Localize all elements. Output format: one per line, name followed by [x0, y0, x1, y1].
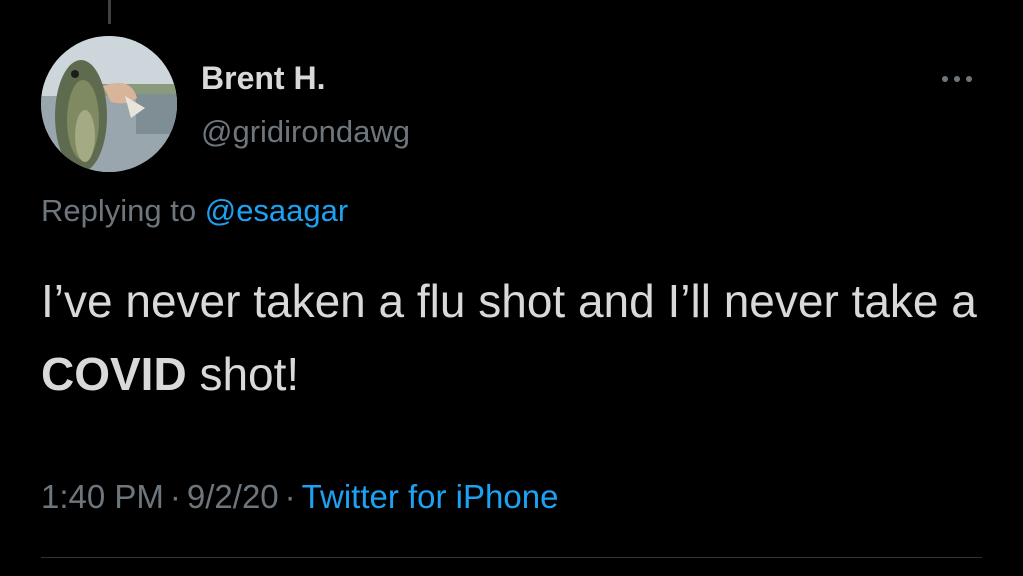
tweet-source-link[interactable]: Twitter for iPhone: [302, 478, 559, 515]
tweet-time[interactable]: 1:40 PM: [41, 478, 164, 515]
tweet-text-part-end: shot!: [186, 348, 300, 400]
tweet-metadata: 1:40 PM · 9/2/20 · Twitter for iPhone: [41, 478, 558, 516]
section-divider: [41, 557, 982, 558]
author-display-name[interactable]: Brent H.: [201, 60, 325, 97]
reply-mention-link[interactable]: @esaagar: [205, 193, 349, 228]
replying-to-label: Replying to: [41, 193, 197, 228]
more-horizontal-icon-dot: [966, 76, 972, 82]
replying-to-context: Replying to @esaagar: [41, 193, 348, 229]
tweet-date[interactable]: 9/2/20: [187, 478, 279, 515]
meta-separator: ·: [169, 478, 181, 515]
thread-connector-line: [108, 0, 111, 24]
meta-separator: ·: [284, 478, 296, 515]
author-avatar[interactable]: [41, 36, 177, 172]
avatar-fish-photo-icon: [41, 36, 177, 172]
more-options-button[interactable]: [932, 66, 982, 92]
tweet-text: I’ve never taken a flu shot and I’ll nev…: [41, 265, 991, 411]
more-horizontal-icon-dot: [954, 76, 960, 82]
author-handle[interactable]: @gridirondawg: [201, 114, 410, 150]
tweet-text-part: I’ve never taken a flu shot and I’ll nev…: [41, 275, 977, 327]
tweet-text-bold: COVID: [41, 348, 187, 400]
more-horizontal-icon: [942, 76, 948, 82]
